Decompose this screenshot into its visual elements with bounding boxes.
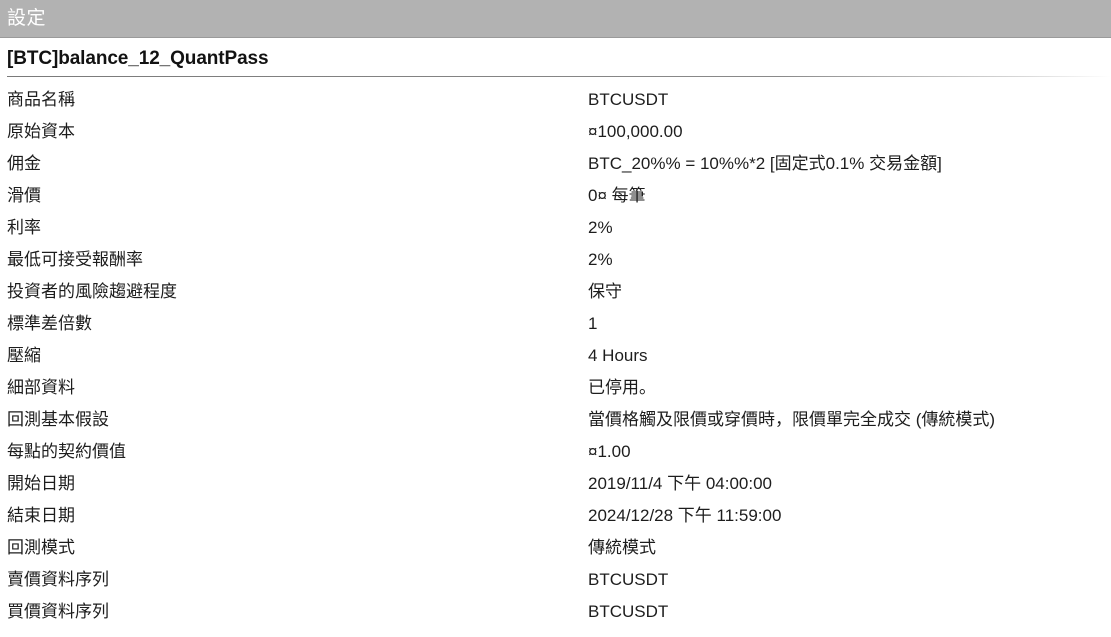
settings-row: 回測基本假設 當價格觸及限價或穿價時，限價單完全成交 (傳統模式) [0,404,1111,436]
settings-row-value: 保守 [588,282,622,301]
settings-row-label: 滑價 [7,186,41,205]
settings-row-label: 細部資料 [7,378,75,397]
settings-row: 最低可接受報酬率 2% [0,244,1111,276]
settings-row-value: 1 [588,314,598,333]
settings-row-label: 每點的契約價值 [7,442,126,461]
settings-row: 回測模式 傳統模式 [0,532,1111,564]
settings-row-label: 買價資料序列 [7,602,109,621]
settings-row: 賣價資料序列 BTCUSDT [0,564,1111,596]
settings-row: 標準差倍數 1 [0,308,1111,340]
settings-row: 投資者的風險趨避程度 保守 [0,276,1111,308]
settings-row-value: 2024/12/28 下午 11:59:00 [588,506,782,525]
report-title-container: [BTC]balance_12_QuantPass [0,38,1111,77]
settings-row-label: 壓縮 [7,346,41,365]
settings-row-label: 利率 [7,218,41,237]
settings-row-label: 最低可接受報酬率 [7,250,143,269]
settings-row-label: 原始資本 [7,122,75,141]
settings-row-label: 開始日期 [7,474,75,493]
settings-row-value: 0¤ 每筆 [588,186,646,205]
settings-row-label: 投資者的風險趨避程度 [7,282,177,301]
settings-row-value: 傳統模式 [588,538,656,557]
settings-row: 利率 2% [0,212,1111,244]
settings-row-value: 2% [588,218,613,237]
settings-header-bar: 設定 [0,0,1111,38]
settings-row: 佣金 BTC_20%% = 10%%*2 [固定式0.1% 交易金額] [0,148,1111,180]
settings-row-value: BTCUSDT [588,570,669,589]
settings-header-title: 設定 [7,8,47,29]
settings-row-label: 標準差倍數 [7,314,92,333]
settings-row-value: BTCUSDT [588,602,669,621]
settings-row-label: 佣金 [7,154,41,173]
settings-row: 結束日期 2024/12/28 下午 11:59:00 [0,500,1111,532]
settings-row: 商品名稱 BTCUSDT [0,84,1111,116]
settings-row: 原始資本 ¤100,000.00 [0,116,1111,148]
page-title: [BTC]balance_12_QuantPass [7,48,269,69]
settings-row-value: ¤1.00 [588,442,631,461]
settings-row: 滑價 0¤ 每筆 [0,180,1111,212]
settings-row: 壓縮 4 Hours [0,340,1111,372]
settings-table: 商品名稱 BTCUSDT 原始資本 ¤100,000.00 佣金 BTC_20%% = 1… [0,84,1111,628]
settings-row-label: 回測基本假設 [7,410,109,429]
settings-row-value: BTC_20%% = 10%%*2 [固定式0.1% 交易金額] [588,154,942,173]
settings-row: 每點的契約價值 ¤1.00 [0,436,1111,468]
settings-row-value: 已停用。 [588,378,656,397]
settings-row: 細部資料 已停用。 [0,372,1111,404]
settings-row: 買價資料序列 BTCUSDT [0,596,1111,628]
title-divider [7,76,1111,77]
settings-row-value: 2% [588,250,613,269]
settings-table-body: 商品名稱 BTCUSDT 原始資本 ¤100,000.00 佣金 BTC_20%% = 1… [0,84,1111,628]
settings-row-value: 4 Hours [588,346,648,365]
settings-row-value: 2019/11/4 下午 04:00:00 [588,474,772,493]
settings-row-label: 賣價資料序列 [7,570,109,589]
settings-row-label: 回測模式 [7,538,75,557]
settings-row-value: ¤100,000.00 [588,122,683,141]
settings-row: 開始日期 2019/11/4 下午 04:00:00 [0,468,1111,500]
settings-row-value: BTCUSDT [588,90,669,109]
settings-row-value: 當價格觸及限價或穿價時，限價單完全成交 (傳統模式) [588,410,996,429]
settings-row-label: 結束日期 [7,506,75,525]
settings-row-label: 商品名稱 [7,90,75,109]
